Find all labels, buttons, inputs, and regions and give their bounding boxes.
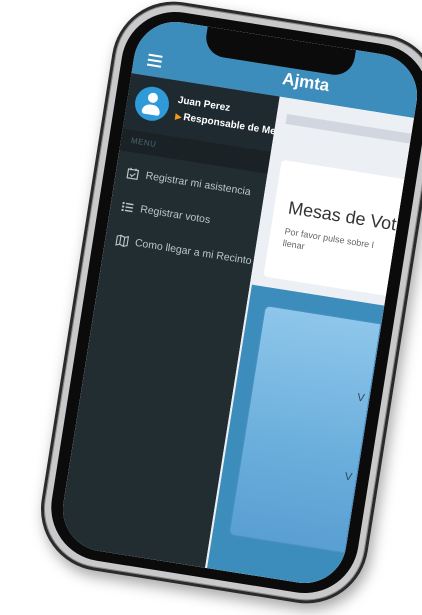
- content-header-bar: [285, 114, 412, 144]
- list-icon: [120, 199, 136, 215]
- sidebar-item-label: Registrar votos: [139, 203, 212, 227]
- map-icon: [114, 233, 130, 249]
- user-role-text: Responsable de Mesa: [182, 111, 288, 140]
- mesas-box: Mesas de Vot Por favor pulse sobre l lle…: [263, 159, 405, 296]
- card-label: V: [343, 470, 353, 484]
- calendar-check-icon: [125, 166, 141, 182]
- hamburger-menu-icon[interactable]: [146, 53, 163, 68]
- caret-right-icon: ▶: [174, 111, 183, 122]
- user-role: ▶Responsable de Mesa: [175, 111, 288, 139]
- sidebar-item-label: Como llegar a mi Recinto: [134, 236, 253, 268]
- card-label: V: [356, 391, 366, 405]
- stage: Ajmta Juan Perez ▶Responsable de Mesa ME…: [0, 0, 422, 615]
- sidebar-item-label: Registrar mi asistencia: [144, 169, 252, 199]
- phone-mockup: Ajmta Juan Perez ▶Responsable de Mesa ME…: [32, 0, 422, 613]
- avatar-icon: [132, 84, 172, 124]
